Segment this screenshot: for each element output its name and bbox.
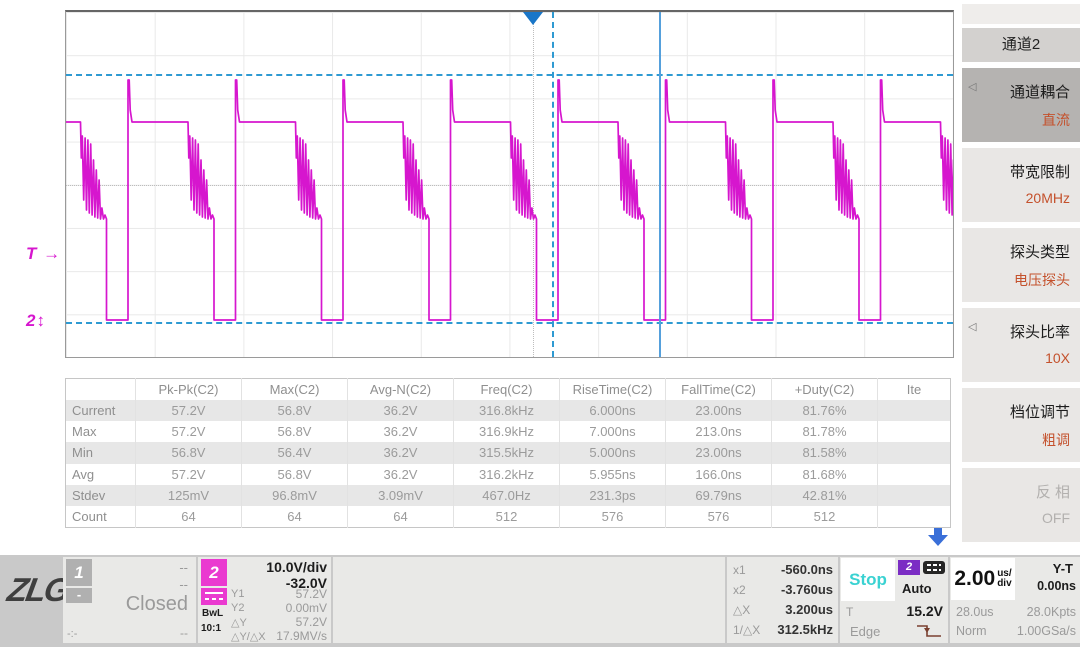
menu-item-bandwidth-limit[interactable]: 带宽限制 20MHz — [962, 148, 1080, 222]
menu-item-probe-ratio[interactable]: ◁ 探头比率 10X — [962, 308, 1080, 382]
table-row: Count 6464 64512 576576 512 — [66, 506, 951, 527]
falling-edge-icon — [916, 623, 942, 644]
x2-value: -3.760us — [781, 582, 833, 597]
bandwidth-limit-flag: BwL — [202, 608, 223, 619]
ch1-value1: -- — [179, 560, 188, 575]
oscilloscope-app: T → 2↕ Pk-Pk(C2) Max(C2) Avg-N(C2) Freq(… — [0, 0, 1080, 647]
acq-span: 28.0us — [956, 605, 994, 619]
trigger-panel: Stop 2 Auto T 15.2V Edge — [840, 557, 948, 643]
inverse-delta-x-value: 312.5kHz — [777, 622, 833, 637]
channel-menu-sidebar: 通道2 ◁ 通道耦合 直流 带宽限制 20MHz 探头类型 电压探头 ◁ 探头比… — [962, 0, 1080, 555]
channel2-waveform-trace — [66, 12, 953, 357]
table-row: Stdev 125mV96.8mV 3.09mV467.0Hz 231.3ps6… — [66, 485, 951, 506]
run-stop-button[interactable]: Stop — [841, 558, 895, 601]
x1-value: -560.0ns — [781, 562, 833, 577]
ch2-scale: 10.0V/div — [266, 559, 327, 575]
y2-value: 0.00mV — [286, 601, 327, 615]
dc-coupling-icon — [201, 588, 227, 605]
table-row: Avg 57.2V56.8V 36.2V316.2kHz 5.955ns166.… — [66, 464, 951, 485]
ch1-extra: -- — [180, 626, 188, 640]
ch1-ratio: -:- — [67, 628, 77, 640]
trigger-position-marker[interactable] — [523, 12, 543, 25]
menu-item-coupling[interactable]: ◁ 通道耦合 直流 — [962, 68, 1080, 142]
col-header: Pk-Pk(C2) — [136, 379, 242, 400]
col-header: Ite — [878, 379, 951, 400]
menu-item-scale-adjust[interactable]: 档位调节 粗调 — [962, 388, 1080, 462]
row-label: Min — [66, 442, 136, 463]
row-label: Avg — [66, 464, 136, 485]
chevron-left-icon: ◁ — [968, 80, 976, 93]
sample-rate: 1.00GSa/s — [1017, 624, 1076, 638]
row-label: Current — [66, 400, 136, 421]
trigger-delay: 0.00ns — [1037, 579, 1076, 593]
col-header: Max(C2) — [242, 379, 348, 400]
y1-value: 57.2V — [296, 587, 327, 601]
channel1-badge[interactable]: 1 — [66, 559, 92, 586]
menu-item-probe-type[interactable]: 探头类型 电压探头 — [962, 228, 1080, 302]
trigger-source-badge[interactable]: 2 — [898, 560, 920, 575]
channel2-panel[interactable]: 2 10.0V/div -32.0V BwL 10:1 Y1 57.2V Y2 … — [198, 557, 331, 643]
trigger-level-marker[interactable]: T → — [26, 244, 61, 264]
updown-arrow-icon: ↕ — [36, 311, 46, 330]
col-header: RiseTime(C2) — [560, 379, 666, 400]
trigger-mode[interactable]: Auto — [902, 581, 932, 596]
col-header: Avg-N(C2) — [348, 379, 454, 400]
timebase-panel: 2.00 us/div Y-T 0.00ns 28.0us 28.0Kpts N… — [950, 557, 1080, 643]
acq-mode: Norm — [956, 624, 987, 638]
acq-points: 28.0Kpts — [1027, 605, 1076, 619]
table-header-row: Pk-Pk(C2) Max(C2) Avg-N(C2) Freq(C2) Ris… — [66, 379, 951, 400]
trigger-type[interactable]: Edge — [850, 624, 880, 639]
cursor-y1-line[interactable] — [66, 74, 953, 76]
channel2-reference-marker[interactable]: 2↕ — [26, 311, 46, 331]
trigger-level-value: 15.2V — [906, 603, 943, 619]
channel2-badge[interactable]: 2 — [201, 559, 227, 586]
display-mode: Y-T — [1053, 561, 1073, 576]
table-row: Max 57.2V56.8V 36.2V316.9kHz 7.000ns213.… — [66, 421, 951, 442]
delta-y-value: 57.2V — [296, 615, 327, 629]
probe-ratio-flag: 10:1 — [201, 623, 221, 634]
trigger-coupling-icon — [923, 561, 945, 574]
cursor-readout-panel: x1 -560.0ns x2 -3.760us △X 3.200us 1/△X … — [727, 557, 838, 643]
menu-item-invert[interactable]: 反 相 OFF — [962, 468, 1080, 542]
slope-value: 17.9MV/s — [276, 629, 327, 643]
row-label: Stdev — [66, 485, 136, 506]
bottom-spacer-panel — [333, 557, 725, 643]
waveform-display — [65, 10, 954, 358]
col-header: +Duty(C2) — [772, 379, 878, 400]
sidebar-title: 通道2 — [962, 28, 1080, 62]
table-row: Min 56.8V56.4V 36.2V315.5kHz 5.000ns23.0… — [66, 442, 951, 463]
cursor-y2-line[interactable] — [66, 322, 953, 324]
channel1-sub-badge: - — [66, 588, 92, 603]
ch1-status: Closed — [126, 593, 188, 616]
chevron-left-icon: ◁ — [968, 320, 976, 333]
cursor-x2-line[interactable] — [552, 12, 554, 357]
ch1-value2: -- — [179, 577, 188, 592]
col-header: FallTime(C2) — [666, 379, 772, 400]
col-header — [66, 379, 136, 400]
measurement-table: Pk-Pk(C2) Max(C2) Avg-N(C2) Freq(C2) Ris… — [65, 378, 951, 528]
timebase-setting[interactable]: 2.00 us/div — [951, 558, 1015, 600]
delta-x-value: 3.200us — [785, 602, 833, 617]
status-bar: ZLG® 1 - -- -- Closed -:- -- 2 10.0V/div… — [0, 555, 1080, 647]
right-arrow-icon: → — [43, 244, 61, 263]
scroll-down-arrow-icon[interactable] — [926, 527, 950, 552]
channel1-panel[interactable]: 1 - -- -- Closed -:- -- — [63, 557, 196, 643]
row-label: Max — [66, 421, 136, 442]
table-row: Current 57.2V56.8V 36.2V316.8kHz 6.000ns… — [66, 400, 951, 421]
cursor-x1-line[interactable] — [659, 12, 661, 357]
row-label: Count — [66, 506, 136, 527]
col-header: Freq(C2) — [454, 379, 560, 400]
sidebar-top-strip — [962, 4, 1080, 24]
